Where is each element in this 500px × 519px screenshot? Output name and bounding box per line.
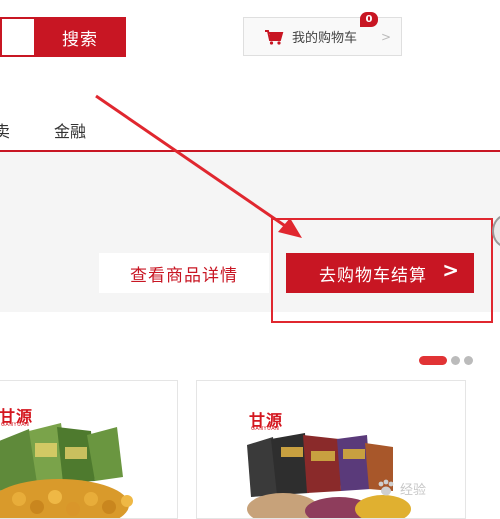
product-card[interactable]: 甘源 GANYUAN xyxy=(0,380,178,519)
watermark: 经验 xyxy=(376,478,426,498)
watermark-text: 经验 xyxy=(400,482,427,498)
product-card[interactable]: 甘源 GANYUAN xyxy=(196,380,466,519)
view-product-details-button[interactable]: 查看商品详情 xyxy=(99,253,269,293)
paw-icon xyxy=(378,479,394,496)
cart-label: 我的购物车 xyxy=(292,31,358,46)
snack-product-image xyxy=(247,433,411,518)
carousel-dot[interactable] xyxy=(464,356,473,365)
search-button[interactable]: 搜索 xyxy=(34,17,126,57)
chevron-right-icon: > xyxy=(380,30,391,44)
nav-item-finance[interactable]: 金融 xyxy=(54,118,86,142)
nav-item-sell[interactable]: 卖 xyxy=(0,118,10,142)
snack-product-image xyxy=(0,423,133,518)
cart-count-badge: 0 xyxy=(360,12,378,27)
search-input[interactable] xyxy=(0,17,36,57)
carousel-pagination xyxy=(419,356,473,365)
carousel-dot[interactable] xyxy=(451,356,460,365)
shopping-cart-icon xyxy=(265,29,284,45)
my-cart-button[interactable]: 我的购物车 > xyxy=(243,17,402,56)
carousel-dot-active[interactable] xyxy=(419,356,447,365)
annotation-highlight-box xyxy=(271,218,493,323)
